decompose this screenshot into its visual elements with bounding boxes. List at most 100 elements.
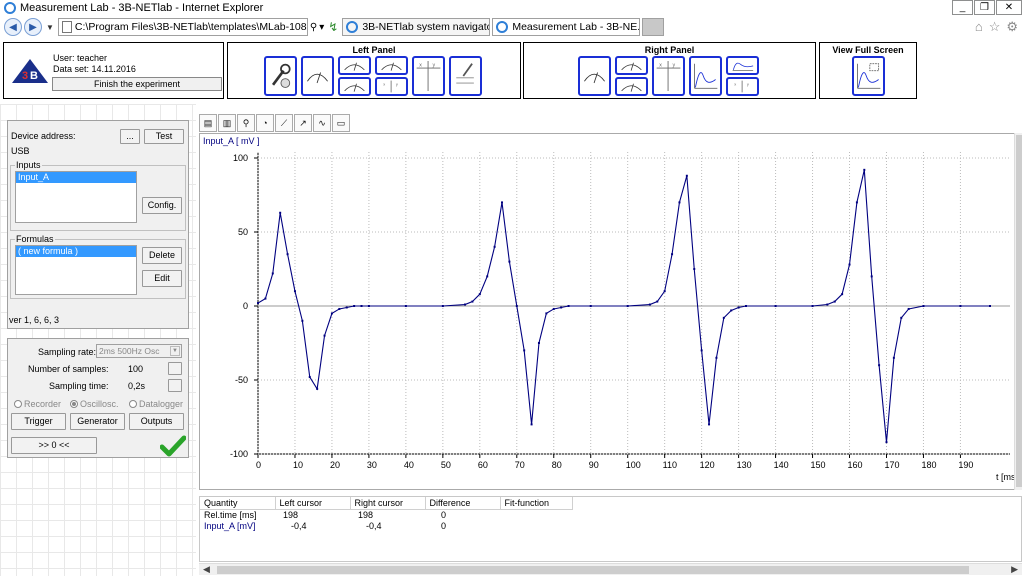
edit-button[interactable]: Edit: [142, 270, 182, 287]
meter-icon: [621, 83, 642, 92]
tool-settings-wrench[interactable]: [264, 56, 297, 96]
forward-button[interactable]: ▶: [24, 18, 42, 36]
tool-meter-small[interactable]: [375, 56, 408, 75]
data-point: [308, 376, 311, 379]
data-point: [900, 316, 903, 319]
tool-xy-table[interactable]: xy: [412, 56, 445, 96]
header-right-cursor: Right cursor: [350, 497, 426, 510]
scrollbar-thumb[interactable]: [217, 566, 969, 574]
table-header-row: Quantity Left cursor Right cursor Differ…: [200, 497, 573, 510]
comment-icon[interactable]: ▭: [332, 114, 350, 132]
sampling-time-label: Sampling time:: [49, 381, 109, 391]
config-button[interactable]: Config.: [142, 197, 182, 214]
horizontal-scrollbar[interactable]: ◀ ▶: [199, 563, 1022, 575]
data-point: [567, 305, 570, 307]
device-box: Device address: ... Test USB Inputs Inpu…: [7, 120, 189, 329]
data-point: [671, 253, 674, 256]
generator-button[interactable]: Generator: [70, 413, 125, 430]
right-panel-title: Right Panel: [644, 45, 695, 55]
num-samples-adjust-button[interactable]: [168, 362, 182, 375]
tab-measurement-lab[interactable]: Measurement Lab - 3B-NE... ✕: [492, 18, 641, 36]
tab-system-navigator[interactable]: 3B-NETlab system navigator: [342, 18, 491, 36]
data-point: [648, 303, 651, 306]
tool-xy-table-right[interactable]: xy: [652, 56, 685, 96]
data-point: [656, 300, 659, 303]
left-sidebar: Device address: ... Test USB Inputs Inpu…: [0, 104, 196, 576]
curve-icon[interactable]: ∿: [313, 114, 331, 132]
data-point: [715, 356, 718, 359]
data-point: [959, 305, 962, 307]
internet-explorer-icon: [4, 2, 16, 14]
back-button[interactable]: ◀: [4, 18, 22, 36]
mode-recorder-radio[interactable]: Recorder: [14, 399, 61, 409]
tool-graph-small[interactable]: [726, 56, 759, 75]
chevron-down-icon[interactable]: ▼: [170, 346, 180, 356]
fit-function-icon[interactable]: ↗: [294, 114, 312, 132]
outputs-button[interactable]: Outputs: [129, 413, 184, 430]
sampling-time-adjust-button[interactable]: [168, 379, 182, 392]
cell-quantity: Rel.time [ms]: [204, 510, 257, 521]
chart-vertical-scrollbar[interactable]: [1014, 133, 1022, 490]
mode-oscilloscope-radio[interactable]: Oscillosc.: [70, 399, 119, 409]
data-point: [745, 305, 747, 307]
test-button[interactable]: Test: [144, 129, 184, 144]
data-point: [863, 168, 866, 171]
data-point: [663, 290, 666, 293]
data-point: [678, 201, 681, 204]
y-axis-label: Input_A [ mV ]: [203, 136, 260, 146]
mode-datalogger-radio[interactable]: Datalogger: [129, 399, 183, 409]
address-bar[interactable]: C:\Program Files\3B-NETlab\templates\MLa…: [57, 18, 308, 36]
refresh-icon[interactable]: ↯: [328, 20, 338, 34]
print-icon[interactable]: ▤: [199, 114, 217, 132]
data-point: [730, 309, 733, 312]
search-icon[interactable]: ⚲: [310, 22, 317, 33]
device-address-label: Device address:: [11, 131, 76, 141]
tool-xy-table-small[interactable]: xy: [375, 77, 408, 96]
scrollbar-thumb[interactable]: [1016, 135, 1022, 487]
home-icon[interactable]: ⌂: [975, 19, 983, 35]
history-dropdown-icon[interactable]: ▼: [46, 23, 54, 32]
cursor-line-icon[interactable]: ⟋: [275, 114, 293, 132]
address-dropdown-icon[interactable]: ▾: [319, 22, 324, 33]
inputs-list[interactable]: Input_A: [15, 171, 137, 223]
data-point: [286, 253, 289, 256]
delete-button[interactable]: Delete: [142, 247, 182, 264]
table-view-icon[interactable]: ▥: [218, 114, 236, 132]
window-controls: _ ❐ ✕: [952, 0, 1022, 15]
oscilloscope-chart[interactable]: 0 10 20 30 40 50 60 70 80 90 100 110 120 130 140 150 160…: [199, 133, 1016, 490]
tool-dual-meter-right-top[interactable]: [615, 56, 648, 75]
data-point: [878, 364, 881, 367]
list-item[interactable]: ( new formula ): [16, 246, 136, 257]
start-measurement-button[interactable]: >> 0 <<: [11, 437, 97, 454]
sampling-rate-select[interactable]: 2ms 500Hz Osc ▼: [96, 344, 182, 358]
close-button[interactable]: ✕: [996, 0, 1022, 15]
new-tab-button[interactable]: [642, 18, 665, 36]
tool-dual-meter-top[interactable]: [338, 56, 371, 75]
tool-graph-right[interactable]: [689, 56, 722, 96]
tool-analog-meter[interactable]: [301, 56, 334, 96]
x-tick-label: 140: [774, 460, 789, 470]
scroll-right-icon[interactable]: ▶: [1011, 564, 1018, 575]
settings-gear-icon[interactable]: ⚙: [1006, 19, 1018, 35]
formulas-list[interactable]: ( new formula ): [15, 245, 137, 295]
y-tick-label: 50: [238, 227, 248, 237]
tool-analog-meter-right[interactable]: [578, 56, 611, 96]
measure-icon[interactable]: ◔: [256, 114, 274, 132]
finish-experiment-button[interactable]: Finish the experiment: [52, 77, 222, 91]
favorites-star-icon[interactable]: ☆: [989, 19, 1001, 35]
tool-notes[interactable]: [449, 56, 482, 96]
scroll-left-icon[interactable]: ◀: [203, 564, 210, 575]
svg-text:y: y: [396, 81, 398, 86]
restore-button[interactable]: ❐: [974, 0, 995, 15]
tool-dual-meter-bottom[interactable]: [338, 77, 371, 96]
tool-xy-table-right-small[interactable]: xy: [726, 77, 759, 96]
browse-device-button[interactable]: ...: [120, 129, 140, 144]
version-label: ver 1, 6, 6, 3: [9, 315, 60, 325]
list-item[interactable]: Input_A: [16, 172, 136, 183]
tool-dual-meter-right-bottom[interactable]: [615, 77, 648, 96]
trigger-button[interactable]: Trigger: [11, 413, 66, 430]
x-tick-label: 10: [293, 460, 303, 470]
zoom-icon[interactable]: ⚲: [237, 114, 255, 132]
tool-full-screen-graph[interactable]: [852, 56, 885, 96]
minimize-button[interactable]: _: [952, 0, 973, 15]
